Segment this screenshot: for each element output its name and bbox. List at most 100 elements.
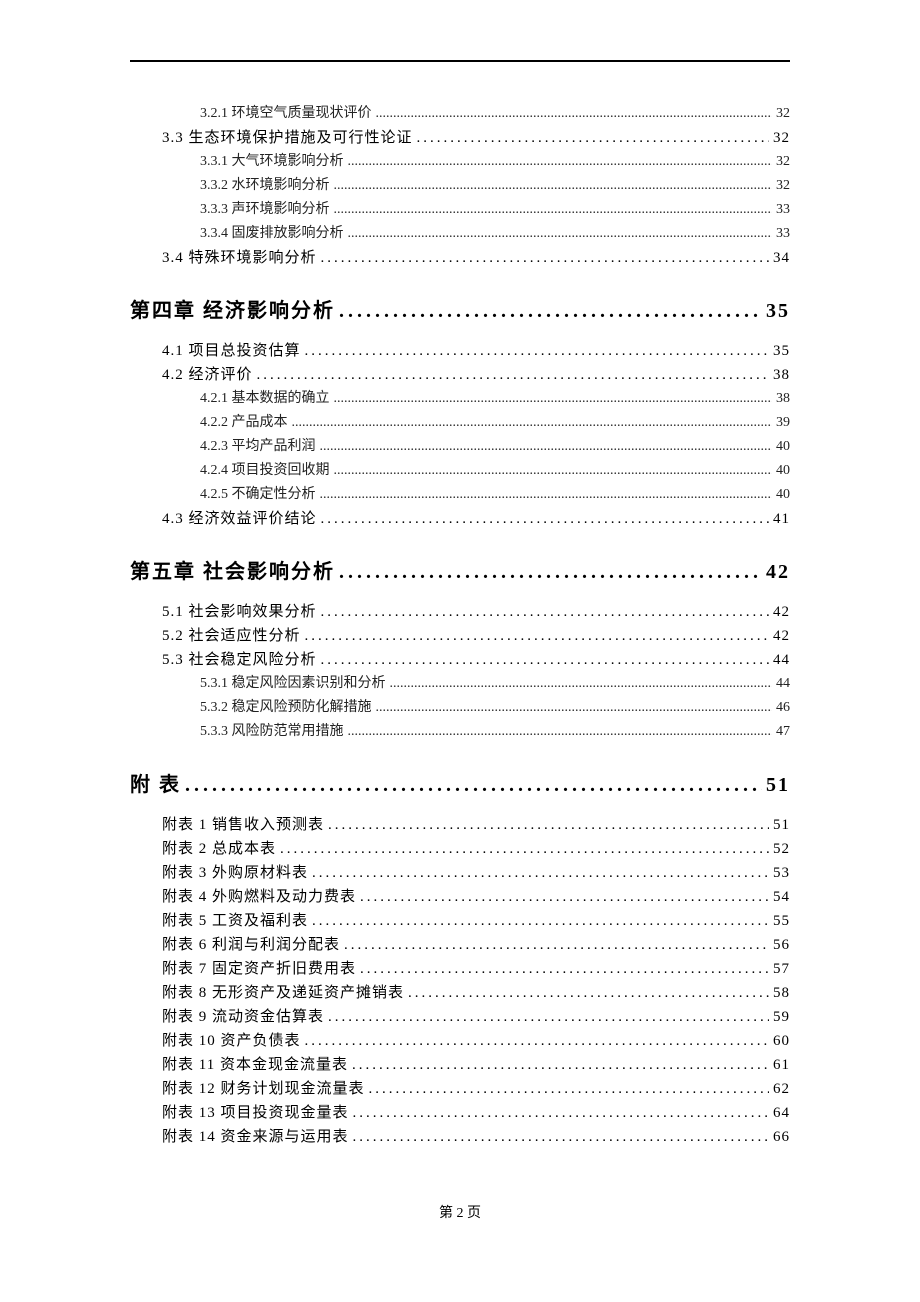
toc-entry-label: 4.3 经济效益评价结论 xyxy=(162,507,317,531)
table-of-contents: 3.2.1 环境空气质量现状评价323.3 生态环境保护措施及可行性论证323.… xyxy=(130,102,790,1149)
toc-leader-dots xyxy=(312,909,769,933)
toc-entry-page: 41 xyxy=(773,507,790,531)
toc-entry-page: 62 xyxy=(773,1077,790,1101)
header-rule xyxy=(130,60,790,62)
toc-entry-page: 38 xyxy=(776,387,790,411)
toc-leader-dots xyxy=(376,696,773,720)
toc-entry-label: 3.3.3 声环境影响分析 xyxy=(200,198,330,222)
toc-entry: 5.3.2 稳定风险预防化解措施46 xyxy=(200,696,790,720)
toc-leader-dots xyxy=(334,387,773,411)
toc-entry-page: 55 xyxy=(773,909,790,933)
toc-leader-dots xyxy=(348,222,773,246)
toc-entry: 第五章 社会影响分析42 xyxy=(130,555,790,584)
toc-entry-page: 32 xyxy=(776,102,790,126)
toc-entry-page: 42 xyxy=(773,600,790,624)
toc-leader-dots xyxy=(334,174,773,198)
toc-entry-label: 4.2 经济评价 xyxy=(162,363,253,387)
toc-leader-dots xyxy=(305,1029,769,1053)
toc-leader-dots xyxy=(360,957,769,981)
toc-entry-page: 61 xyxy=(773,1053,790,1077)
toc-entry: 附表 11 资本金现金流量表 61 xyxy=(162,1053,790,1077)
toc-entry-label: 4.2.3 平均产品利润 xyxy=(200,435,316,459)
toc-entry-label: 附表 4 外购燃料及动力费表 xyxy=(162,885,356,909)
toc-entry-page: 52 xyxy=(773,837,790,861)
toc-leader-dots xyxy=(339,300,762,323)
toc-entry: 3.3.2 水环境影响分析32 xyxy=(200,174,790,198)
toc-entry-page: 59 xyxy=(773,1005,790,1029)
toc-leader-dots xyxy=(360,885,769,909)
toc-leader-dots xyxy=(376,102,773,126)
toc-leader-dots xyxy=(369,1077,769,1101)
toc-entry: 4.2 经济评价38 xyxy=(162,363,790,387)
toc-entry-label: 附表 10 资产负债表 xyxy=(162,1029,301,1053)
toc-entry: 附表 9 流动资金估算表 59 xyxy=(162,1005,790,1029)
toc-entry-label: 第五章 社会影响分析 xyxy=(130,555,335,584)
toc-entry: 3.3 生态环境保护措施及可行性论证32 xyxy=(162,126,790,150)
toc-leader-dots xyxy=(280,837,769,861)
toc-entry-label: 3.2.1 环境空气质量现状评价 xyxy=(200,102,372,126)
toc-entry-label: 附表 13 项目投资现金量表 xyxy=(162,1101,349,1125)
toc-entry: 附表 5 工资及福利表 55 xyxy=(162,909,790,933)
toc-entry-page: 51 xyxy=(773,813,790,837)
toc-entry-label: 附表 14 资金来源与运用表 xyxy=(162,1125,349,1149)
toc-entry-page: 58 xyxy=(773,981,790,1005)
toc-leader-dots xyxy=(328,1005,769,1029)
toc-entry: 4.3 经济效益评价结论 41 xyxy=(162,507,790,531)
toc-entry-label: 5.3.1 稳定风险因素识别和分析 xyxy=(200,672,386,696)
toc-leader-dots xyxy=(320,483,773,507)
toc-entry-page: 56 xyxy=(773,933,790,957)
toc-leader-dots xyxy=(321,600,769,624)
toc-entry-label: 4.2.4 项目投资回收期 xyxy=(200,459,330,483)
toc-entry: 第四章 经济影响分析35 xyxy=(130,294,790,323)
toc-entry: 附表 6 利润与利润分配表 56 xyxy=(162,933,790,957)
toc-entry: 附表 8 无形资产及递延资产摊销表58 xyxy=(162,981,790,1005)
toc-entry: 4.2.5 不确定性分析40 xyxy=(200,483,790,507)
page-body: 3.2.1 环境空气质量现状评价323.3 生态环境保护措施及可行性论证323.… xyxy=(0,0,920,1149)
toc-entry: 3.2.1 环境空气质量现状评价 32 xyxy=(200,102,790,126)
toc-entry-label: 3.3.1 大气环境影响分析 xyxy=(200,150,344,174)
toc-leader-dots xyxy=(305,339,769,363)
toc-entry-page: 35 xyxy=(773,339,790,363)
toc-entry: 4.2.2 产品成本39 xyxy=(200,411,790,435)
toc-entry-page: 46 xyxy=(776,696,790,720)
toc-entry-page: 39 xyxy=(776,411,790,435)
toc-leader-dots xyxy=(321,648,769,672)
toc-entry-page: 44 xyxy=(773,648,790,672)
toc-leader-dots xyxy=(353,1125,769,1149)
toc-entry-label: 附表 12 财务计划现金流量表 xyxy=(162,1077,365,1101)
toc-entry: 5.2 社会适应性分析 42 xyxy=(162,624,790,648)
toc-entry: 附表 7 固定资产折旧费用表57 xyxy=(162,957,790,981)
toc-entry-label: 附表 11 资本金现金流量表 xyxy=(162,1053,348,1077)
toc-entry: 4.1 项目总投资估算35 xyxy=(162,339,790,363)
toc-entry-page: 40 xyxy=(776,459,790,483)
toc-entry-label: 5.3 社会稳定风险分析 xyxy=(162,648,317,672)
toc-entry-page: 33 xyxy=(776,198,790,222)
toc-entry: 附表 4 外购燃料及动力费表54 xyxy=(162,885,790,909)
toc-entry: 附表 1 销售收入预测表 51 xyxy=(162,813,790,837)
toc-entry: 4.2.1 基本数据的确立38 xyxy=(200,387,790,411)
toc-entry-page: 42 xyxy=(773,624,790,648)
toc-leader-dots xyxy=(353,1101,769,1125)
toc-leader-dots xyxy=(321,246,769,270)
toc-entry-page: 53 xyxy=(773,861,790,885)
toc-entry: 3.3.1 大气环境影响分析32 xyxy=(200,150,790,174)
toc-entry-label: 附表 1 销售收入预测表 xyxy=(162,813,324,837)
toc-entry-label: 附表 5 工资及福利表 xyxy=(162,909,308,933)
toc-entry-page: 35 xyxy=(766,300,790,323)
toc-leader-dots xyxy=(292,411,773,435)
toc-entry-label: 附表 9 流动资金估算表 xyxy=(162,1005,324,1029)
toc-entry-label: 3.3.2 水环境影响分析 xyxy=(200,174,330,198)
toc-entry-page: 57 xyxy=(773,957,790,981)
toc-entry: 附表 13 项目投资现金量表64 xyxy=(162,1101,790,1125)
toc-leader-dots xyxy=(390,672,773,696)
toc-entry: 附表 3 外购原材料表53 xyxy=(162,861,790,885)
toc-leader-dots xyxy=(320,435,773,459)
toc-leader-dots xyxy=(334,198,773,222)
toc-entry-label: 附表 6 利润与利润分配表 xyxy=(162,933,340,957)
toc-entry: 5.3.1 稳定风险因素识别和分析44 xyxy=(200,672,790,696)
toc-entry-label: 5.2 社会适应性分析 xyxy=(162,624,301,648)
toc-entry: 3.3.4 固废排放影响分析33 xyxy=(200,222,790,246)
toc-leader-dots xyxy=(352,1053,769,1077)
toc-entry-label: 附 表 xyxy=(130,768,181,797)
toc-entry: 5.3.3 风险防范常用措施47 xyxy=(200,720,790,744)
